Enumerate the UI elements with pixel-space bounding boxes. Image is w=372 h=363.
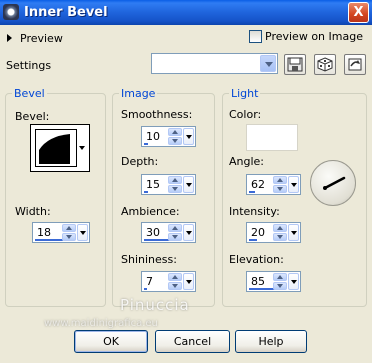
settings-dropdown[interactable] xyxy=(151,53,278,74)
spin-up-icon[interactable] xyxy=(168,176,182,184)
spin-arrows[interactable] xyxy=(273,273,287,290)
intensity-spinner[interactable]: 20 xyxy=(246,222,301,243)
image-group-title: Image xyxy=(119,87,158,100)
shininess-value[interactable]: 7 xyxy=(146,275,153,288)
dropdown-icon[interactable] xyxy=(260,55,276,72)
cancel-button[interactable]: Cancel xyxy=(155,330,230,353)
width-spinner[interactable]: 18 xyxy=(32,222,90,243)
spin-arrows[interactable] xyxy=(168,273,182,290)
spin-arrows[interactable] xyxy=(273,224,287,241)
width-level-bar xyxy=(35,239,63,241)
load-preset-button[interactable] xyxy=(344,54,366,75)
spin-arrows[interactable] xyxy=(273,176,287,193)
spin-up-icon[interactable] xyxy=(273,273,287,281)
slider-popup-button[interactable] xyxy=(183,128,194,145)
depth-spinner[interactable]: 15 xyxy=(141,174,196,195)
ambience-label: Ambience: xyxy=(121,205,180,218)
elevation-spinner[interactable]: 85 xyxy=(246,271,301,292)
save-preset-button[interactable] xyxy=(284,54,306,75)
ambience-value[interactable]: 30 xyxy=(146,226,160,239)
depth-level-bar xyxy=(144,191,148,193)
title-bar: Inner Bevel X xyxy=(0,0,372,25)
spin-up-icon[interactable] xyxy=(62,224,76,232)
light-color-swatch[interactable] xyxy=(246,124,298,151)
elevation-label: Elevation: xyxy=(229,253,284,266)
shininess-spinner[interactable]: 7 xyxy=(141,271,196,292)
depth-label: Depth: xyxy=(121,155,159,168)
bevel-shape-icon xyxy=(39,134,70,164)
checkbox[interactable] xyxy=(249,30,262,43)
angle-level-bar xyxy=(249,191,255,193)
spin-arrows[interactable] xyxy=(168,224,182,241)
angle-needle-icon xyxy=(323,176,346,190)
smoothness-level-bar xyxy=(144,143,148,145)
settings-label: Settings xyxy=(6,59,52,72)
bevel-shape-picker[interactable] xyxy=(30,124,90,172)
bevel-shape-preview xyxy=(35,129,77,167)
spin-up-icon[interactable] xyxy=(168,224,182,232)
spin-down-icon[interactable] xyxy=(168,137,182,145)
slider-popup-button[interactable] xyxy=(183,224,194,241)
spin-up-icon[interactable] xyxy=(273,176,287,184)
bevel-dropdown-icon[interactable] xyxy=(78,129,87,167)
smoothness-value[interactable]: 10 xyxy=(146,130,160,143)
slider-popup-button[interactable] xyxy=(183,273,194,290)
spin-down-icon[interactable] xyxy=(62,233,76,241)
width-value[interactable]: 18 xyxy=(37,226,51,239)
angle-value[interactable]: 62 xyxy=(251,178,265,191)
spin-arrows[interactable] xyxy=(62,224,76,241)
spin-down-icon[interactable] xyxy=(168,282,182,290)
spin-up-icon[interactable] xyxy=(168,273,182,281)
preview-label: Preview xyxy=(20,31,63,45)
color-label: Color: xyxy=(229,108,262,121)
preview-toggle[interactable]: Preview xyxy=(7,31,63,45)
spin-down-icon[interactable] xyxy=(168,185,182,193)
angle-label: Angle: xyxy=(229,155,265,168)
preview-on-image-checkbox[interactable]: Preview on Image xyxy=(249,30,363,43)
spin-arrows[interactable] xyxy=(168,128,182,145)
spin-down-icon[interactable] xyxy=(168,233,182,241)
shininess-level-bar xyxy=(144,288,147,290)
window-title: Inner Bevel xyxy=(24,5,108,20)
randomize-icon xyxy=(317,57,333,72)
intensity-label: Intensity: xyxy=(229,205,280,218)
spin-down-icon[interactable] xyxy=(273,282,287,290)
elevation-value[interactable]: 85 xyxy=(251,275,265,288)
smoothness-label: Smoothness: xyxy=(121,108,193,121)
save-icon xyxy=(287,57,303,72)
angle-spinner[interactable]: 62 xyxy=(246,174,301,195)
expand-arrow-icon xyxy=(7,34,12,42)
intensity-value[interactable]: 20 xyxy=(251,226,265,239)
spin-down-icon[interactable] xyxy=(273,233,287,241)
close-button[interactable]: X xyxy=(348,2,369,23)
randomize-button[interactable] xyxy=(314,54,336,75)
smoothness-spinner[interactable]: 10 xyxy=(141,126,196,147)
app-icon xyxy=(3,4,19,20)
depth-value[interactable]: 15 xyxy=(146,178,160,191)
spin-up-icon[interactable] xyxy=(273,224,287,232)
slider-popup-button[interactable] xyxy=(288,176,299,193)
intensity-level-bar xyxy=(249,239,257,241)
light-group-title: Light xyxy=(229,87,261,100)
slider-popup-button[interactable] xyxy=(288,273,299,290)
preview-on-image-label: Preview on Image xyxy=(265,30,363,43)
slider-popup-button[interactable] xyxy=(183,176,194,193)
help-button[interactable]: Help xyxy=(235,330,307,353)
spin-down-icon[interactable] xyxy=(273,185,287,193)
watermark-url: www.maidinigrafica.eu xyxy=(44,318,158,329)
ambience-spinner[interactable]: 30 xyxy=(141,222,196,243)
ok-button[interactable]: OK xyxy=(74,330,148,353)
spin-up-icon[interactable] xyxy=(168,128,182,136)
slider-popup-button[interactable] xyxy=(77,224,88,241)
watermark-name: Pinuccia xyxy=(120,296,190,314)
load-icon xyxy=(348,58,362,71)
width-label: Width: xyxy=(15,205,51,218)
spin-arrows[interactable] xyxy=(168,176,182,193)
bevel-group-title: Bevel xyxy=(12,87,47,100)
angle-dial[interactable] xyxy=(310,160,356,206)
bevel-label: Bevel: xyxy=(15,110,50,123)
shininess-label: Shininess: xyxy=(121,253,177,266)
slider-popup-button[interactable] xyxy=(288,224,299,241)
